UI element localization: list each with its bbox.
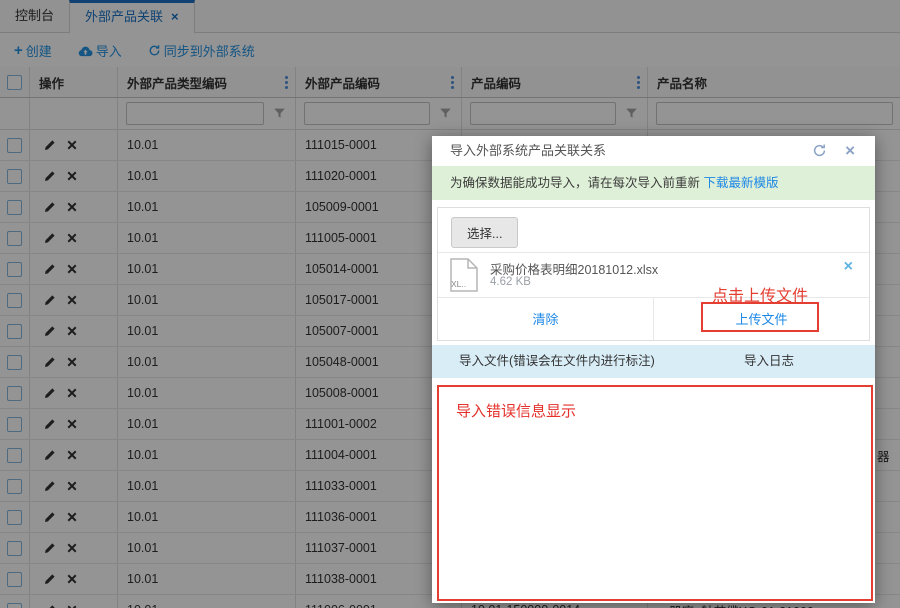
choose-file-button[interactable]: 选择... [451, 217, 519, 248]
app-root: 控制台 外部产品关联 × + 创建 导入 同步到外部系统 操作 外部产品类型编码… [0, 0, 900, 608]
dialog-title: 导入外部系统产品关联关系 [450, 143, 607, 158]
result-tab-bar: 导入文件(错误会在文件内进行标注) 导入日志 [432, 345, 875, 378]
tab-import-files[interactable]: 导入文件(错误会在文件内进行标注) [459, 345, 655, 378]
clear-button[interactable]: 清除 [438, 298, 654, 340]
upload-panel: 选择... XL.. 采购价格表明细20181012.xlsx 4.62 KB … [437, 207, 870, 341]
file-size: 4.62 KB [490, 276, 531, 288]
annotation-upload-hint: 点击上传文件 [712, 288, 809, 305]
template-notice-banner: 为确保数据能成功导入，请在每次导入前重新 下载最新模版 [432, 166, 875, 200]
import-dialog: 导入外部系统产品关联关系 × 为确保数据能成功导入，请在每次导入前重新 下载最新… [432, 136, 875, 603]
error-display-area: 导入错误信息显示 [437, 385, 873, 601]
dialog-header: 导入外部系统产品关联关系 × [432, 136, 875, 166]
file-type-label: XL.. [451, 279, 467, 289]
tab-import-log[interactable]: 导入日志 [744, 345, 794, 378]
dialog-refresh-icon[interactable] [812, 143, 827, 161]
file-remove-icon[interactable]: × [844, 258, 853, 276]
notice-text: 为确保数据能成功导入，请在每次导入前重新 [450, 176, 704, 190]
choose-row: 选择... [438, 208, 869, 252]
annotation-error-label: 导入错误信息显示 [456, 403, 577, 420]
download-template-link[interactable]: 下载最新模版 [703, 176, 778, 190]
dialog-close-icon[interactable]: × [845, 136, 855, 165]
